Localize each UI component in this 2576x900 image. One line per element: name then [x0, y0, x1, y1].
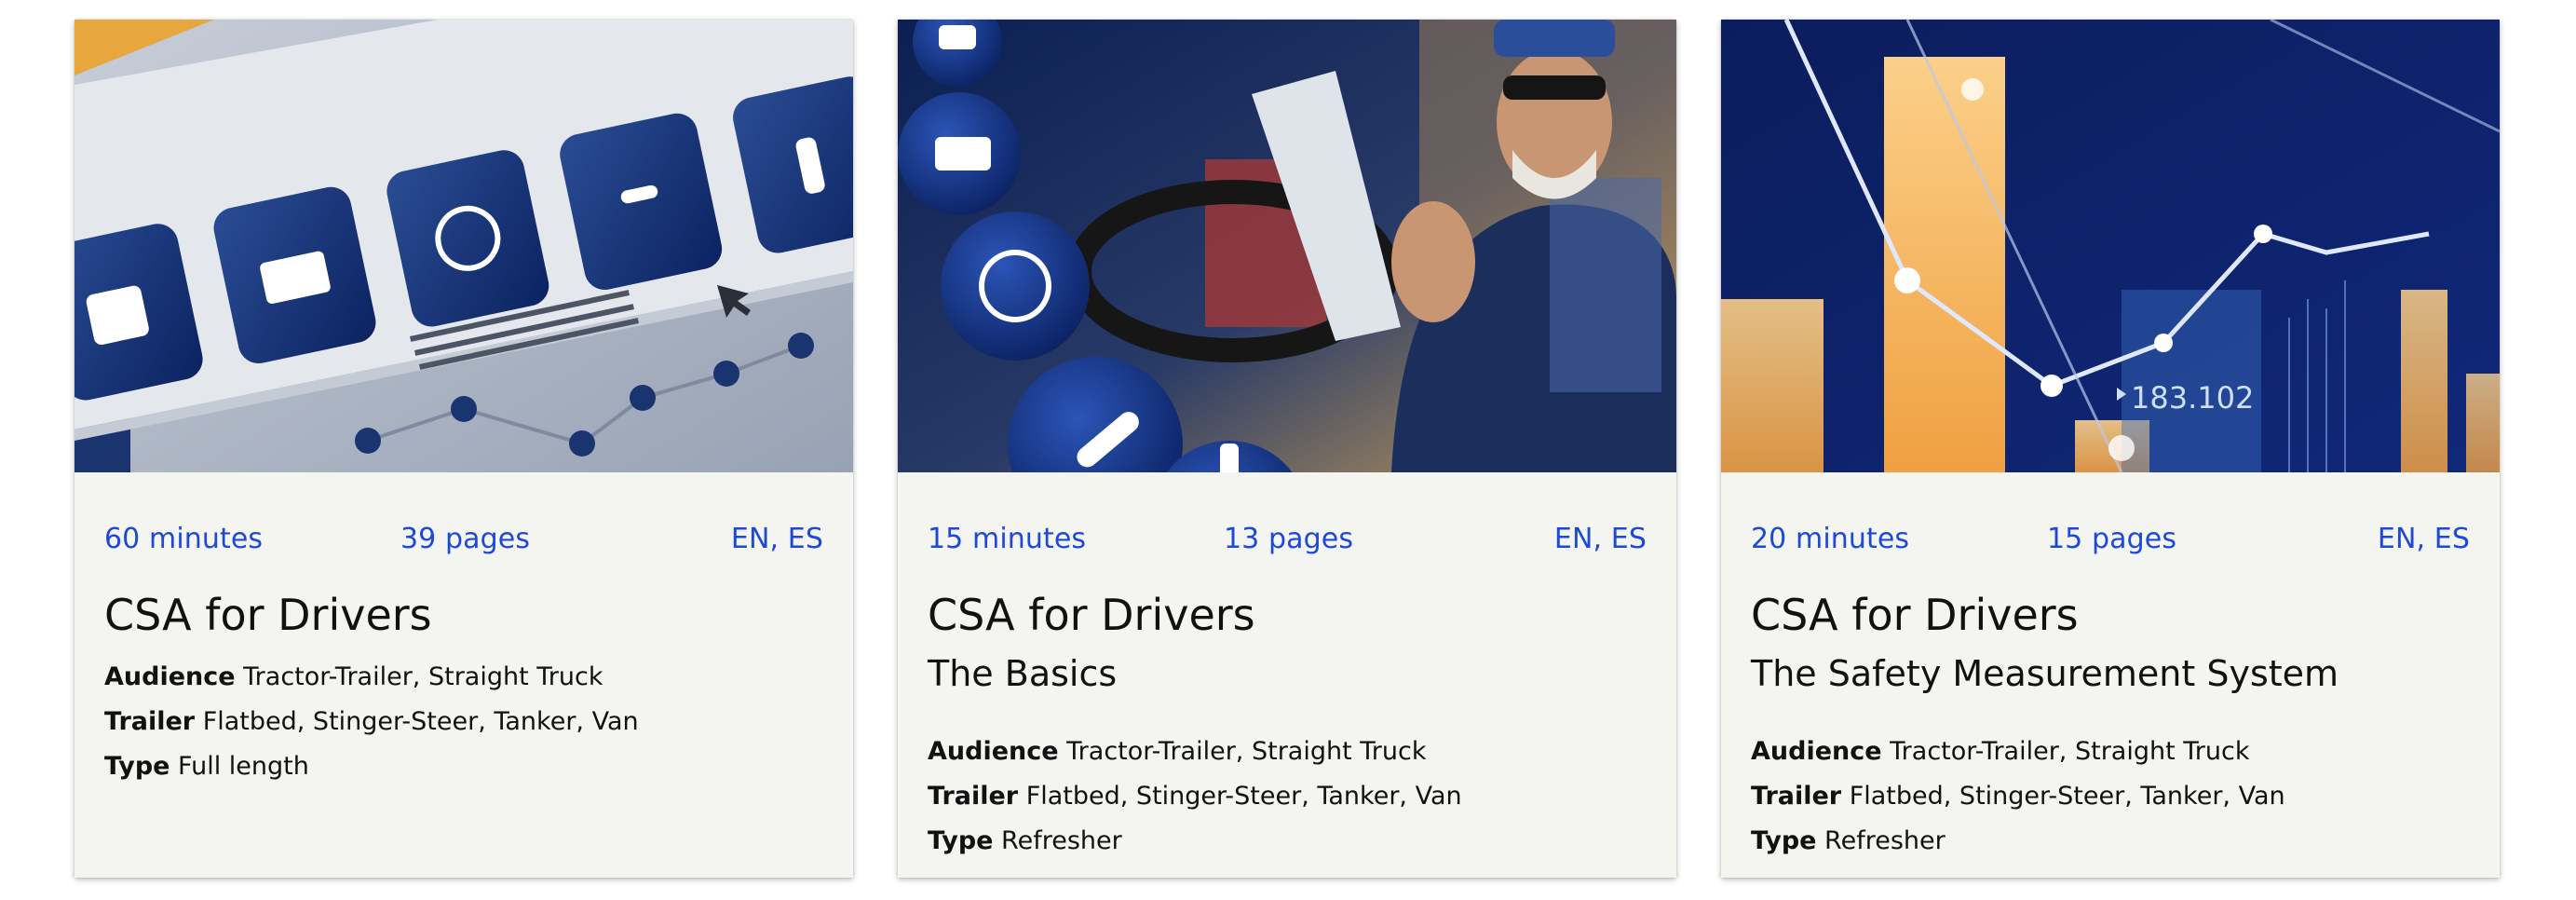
- chart-figure-text: 183.102: [2131, 380, 2254, 416]
- course-card[interactable]: 183.102 20 minutes 15 pages EN, ES CSA f…: [1721, 20, 2500, 878]
- course-title[interactable]: CSA for Drivers: [928, 590, 1255, 640]
- language-label: EN, ES: [1553, 523, 1647, 555]
- course-details: Audience Tractor-Trailer, Straight Truck…: [928, 737, 1658, 871]
- course-meta: 15 minutes 13 pages EN, ES: [928, 523, 1647, 564]
- type-label: Type: [104, 752, 170, 781]
- trailer-label: Trailer: [104, 707, 196, 736]
- trailer-value: Flatbed, Stinger-Steer, Tanker, Van: [1025, 782, 1462, 811]
- type-row: Type Full length: [104, 752, 834, 797]
- course-subtitle: The Basics: [928, 653, 1118, 694]
- duration-label: 60 minutes: [104, 523, 264, 555]
- type-label: Type: [928, 826, 994, 855]
- data-chart-graphic-image: 183.102: [1721, 20, 2500, 472]
- audience-label: Audience: [928, 737, 1059, 766]
- page-count-label: 39 pages: [400, 523, 531, 555]
- truck-driver-photo-image: [898, 20, 1676, 472]
- course-thumbnail[interactable]: [898, 20, 1676, 472]
- dashboard-illustration-image: [75, 20, 853, 472]
- audience-label: Audience: [1751, 737, 1882, 766]
- language-label: EN, ES: [2377, 523, 2470, 555]
- course-thumbnail[interactable]: [75, 20, 853, 472]
- audience-row: Audience Tractor-Trailer, Straight Truck: [1751, 737, 2481, 782]
- audience-row: Audience Tractor-Trailer, Straight Truck: [104, 662, 834, 707]
- page-count-label: 15 pages: [2047, 523, 2177, 555]
- course-meta: 20 minutes 15 pages EN, ES: [1751, 523, 2470, 564]
- trailer-label: Trailer: [928, 782, 1019, 811]
- duration-label: 20 minutes: [1751, 523, 1910, 555]
- trailer-label: Trailer: [1751, 782, 1842, 811]
- course-card[interactable]: 15 minutes 13 pages EN, ES CSA for Drive…: [898, 20, 1676, 878]
- type-row: Type Refresher: [928, 826, 1658, 871]
- type-label: Type: [1751, 826, 1817, 855]
- trailer-row: Trailer Flatbed, Stinger-Steer, Tanker, …: [928, 782, 1658, 826]
- course-subtitle: The Safety Measurement System: [1751, 653, 2339, 694]
- course-title[interactable]: CSA for Drivers: [104, 590, 432, 640]
- audience-value: Tractor-Trailer, Straight Truck: [243, 662, 603, 691]
- course-title[interactable]: CSA for Drivers: [1751, 590, 2079, 640]
- page-count-label: 13 pages: [1224, 523, 1354, 555]
- duration-label: 15 minutes: [928, 523, 1087, 555]
- trailer-row: Trailer Flatbed, Stinger-Steer, Tanker, …: [104, 707, 834, 752]
- type-value: Full length: [178, 752, 309, 781]
- course-details: Audience Tractor-Trailer, Straight Truck…: [104, 662, 834, 797]
- type-row: Type Refresher: [1751, 826, 2481, 871]
- audience-row: Audience Tractor-Trailer, Straight Truck: [928, 737, 1658, 782]
- audience-label: Audience: [104, 662, 236, 691]
- audience-value: Tractor-Trailer, Straight Truck: [1066, 737, 1427, 766]
- course-meta: 60 minutes 39 pages EN, ES: [104, 523, 823, 564]
- language-label: EN, ES: [730, 523, 823, 555]
- course-details: Audience Tractor-Trailer, Straight Truck…: [1751, 737, 2481, 871]
- course-card-grid: 60 minutes 39 pages EN, ES CSA for Drive…: [0, 0, 2576, 900]
- course-card[interactable]: 60 minutes 39 pages EN, ES CSA for Drive…: [75, 20, 853, 878]
- audience-value: Tractor-Trailer, Straight Truck: [1890, 737, 2250, 766]
- trailer-value: Flatbed, Stinger-Steer, Tanker, Van: [1849, 782, 2285, 811]
- course-thumbnail[interactable]: 183.102: [1721, 20, 2500, 472]
- type-value: Refresher: [1001, 826, 1122, 855]
- trailer-value: Flatbed, Stinger-Steer, Tanker, Van: [202, 707, 639, 736]
- type-value: Refresher: [1824, 826, 1946, 855]
- trailer-row: Trailer Flatbed, Stinger-Steer, Tanker, …: [1751, 782, 2481, 826]
